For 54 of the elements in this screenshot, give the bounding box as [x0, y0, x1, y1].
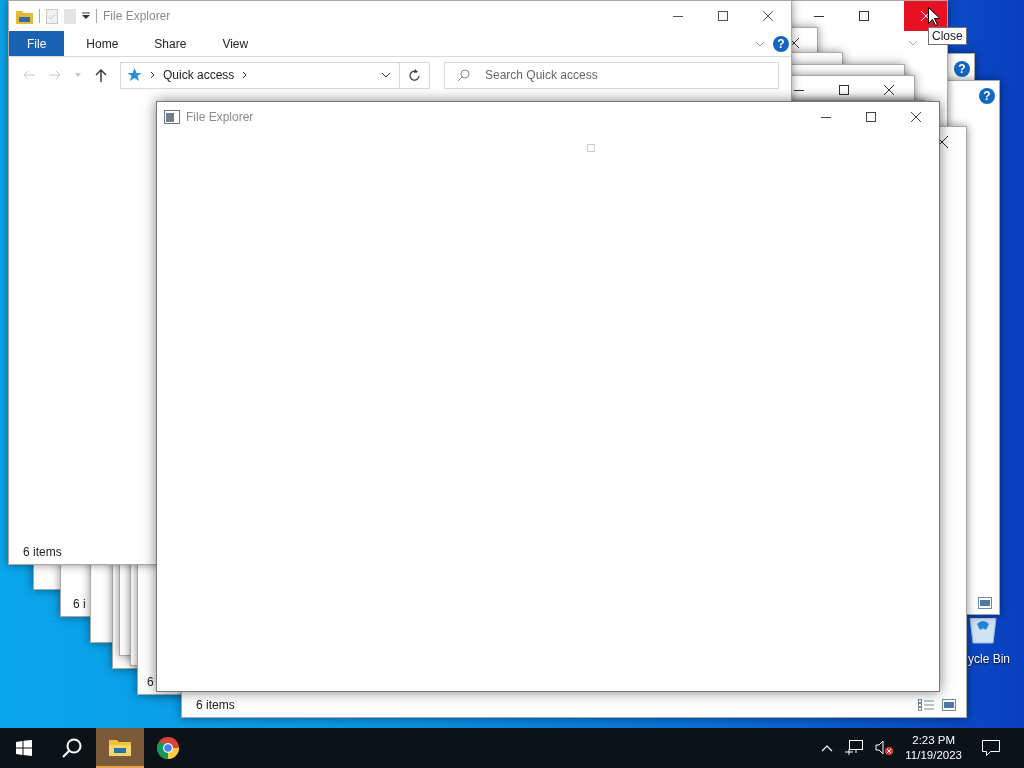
- folder-icon[interactable]: [16, 8, 33, 24]
- chevron-right-icon[interactable]: [150, 71, 155, 79]
- address-text[interactable]: Quick access: [163, 68, 235, 82]
- refresh-icon: [408, 68, 421, 82]
- help-button[interactable]: ?: [954, 61, 970, 77]
- ribbon-tab[interactable]: Home: [72, 31, 133, 56]
- window-title: File Explorer: [186, 110, 254, 124]
- close-icon[interactable]: [884, 85, 894, 95]
- help-button[interactable]: ?: [773, 35, 789, 52]
- mouse-pointer-icon: [928, 7, 940, 26]
- recycle-bin-icon[interactable]: [968, 618, 998, 644]
- star-icon: [127, 68, 142, 82]
- chevron-down-icon[interactable]: [381, 72, 391, 78]
- expand-ribbon-icon[interactable]: [755, 40, 765, 47]
- close-icon[interactable]: [763, 11, 773, 21]
- up-arrow-icon[interactable]: [95, 68, 107, 82]
- tooltip: Close: [928, 27, 967, 45]
- windows-logo-icon: [16, 740, 32, 756]
- browser-icon: [156, 736, 180, 760]
- address-bar[interactable]: Quick access: [120, 61, 400, 89]
- status-text: 6 i: [73, 597, 86, 611]
- maximize-icon[interactable]: [859, 11, 869, 21]
- search-field[interactable]: Search Quick access: [444, 61, 779, 89]
- customize-dropdown-icon[interactable]: [82, 12, 90, 20]
- close-icon[interactable]: [911, 112, 921, 122]
- large-icons-view-icon[interactable]: [942, 699, 956, 711]
- status-text: 6 items: [23, 545, 62, 559]
- app-icon[interactable]: [164, 110, 180, 124]
- maximize-icon[interactable]: [839, 85, 849, 95]
- status-text: 6 items: [196, 698, 235, 712]
- clock-date[interactable]: 11/19/2023: [905, 748, 962, 763]
- refresh-button[interactable]: [400, 61, 430, 89]
- search-icon: [62, 738, 82, 758]
- close-icon: [920, 11, 931, 21]
- folder-icon: [109, 738, 131, 756]
- maximize-icon[interactable]: [718, 11, 728, 21]
- help-button[interactable]: ?: [979, 88, 995, 104]
- muted-speaker-icon[interactable]: [875, 740, 894, 756]
- details-view-icon[interactable]: [918, 699, 934, 711]
- window-title: File Explorer: [103, 9, 171, 23]
- ribbon-tab[interactable]: View: [208, 31, 263, 56]
- large-icons-view-icon[interactable]: [978, 597, 992, 609]
- network-icon[interactable]: [845, 740, 864, 756]
- ribbon-tab[interactable]: Share: [140, 31, 201, 56]
- chevron-right-icon[interactable]: [242, 71, 248, 79]
- status-text: 6: [147, 675, 154, 689]
- clock-time[interactable]: 2:23 PM: [912, 733, 956, 748]
- square-icon: [587, 144, 595, 152]
- notifications-icon[interactable]: [982, 740, 1000, 756]
- maximize-icon[interactable]: [866, 112, 876, 122]
- ribbon-tab[interactable]: File: [9, 31, 65, 56]
- search-icon: [457, 68, 470, 82]
- desktop-icon-label[interactable]: ycle Bin: [968, 652, 1011, 666]
- chevron-up-icon[interactable]: [821, 744, 834, 752]
